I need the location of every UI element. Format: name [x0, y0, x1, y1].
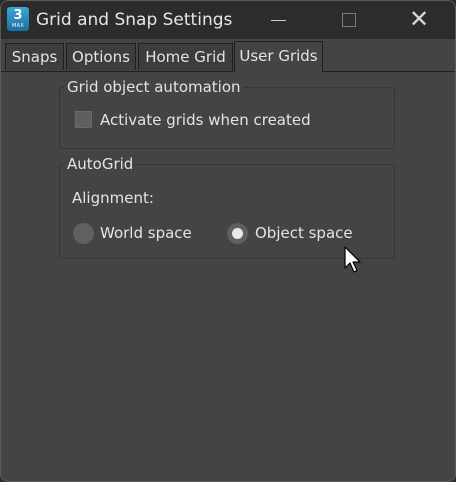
tab-bar-baseline: [1, 71, 455, 72]
title-bar[interactable]: 3 MAX Grid and Snap Settings ✕: [1, 1, 455, 39]
minimize-icon: [271, 20, 286, 21]
close-button[interactable]: ✕: [387, 1, 451, 39]
grid-object-automation-title: Grid object automation: [64, 78, 244, 96]
minimize-button[interactable]: [247, 1, 311, 39]
activate-grids-label[interactable]: Activate grids when created: [100, 110, 311, 130]
tab-options[interactable]: Options: [66, 43, 136, 70]
tab-user-grids[interactable]: User Grids: [234, 41, 323, 72]
3ds-max-app-icon[interactable]: 3 MAX: [7, 7, 29, 31]
grid-object-automation-group: Grid object automation Activate grids wh…: [59, 78, 395, 149]
autogrid-group: AutoGrid Alignment: World space Object s…: [59, 155, 395, 259]
maximize-button[interactable]: [317, 1, 381, 39]
window-title: Grid and Snap Settings: [36, 10, 233, 30]
alignment-label: Alignment:: [72, 189, 154, 207]
radio-selected-dot: [232, 228, 243, 239]
world-space-label[interactable]: World space: [100, 223, 192, 243]
autogrid-title: AutoGrid: [64, 155, 137, 173]
activate-grids-checkbox[interactable]: [75, 111, 92, 128]
tab-home-grid[interactable]: Home Grid: [138, 43, 233, 70]
object-space-radio[interactable]: [227, 223, 248, 244]
tab-snaps[interactable]: Snaps: [5, 43, 64, 70]
tab-bar: Snaps Options Home Grid User Grids: [1, 39, 455, 72]
world-space-radio[interactable]: [73, 223, 94, 244]
mouse-pointer-icon: [344, 246, 361, 273]
app-icon-number: 3: [13, 8, 23, 23]
app-icon-subtext: MAX: [11, 23, 25, 29]
grid-and-snap-settings-window: 3 MAX Grid and Snap Settings ✕ Snaps Opt…: [0, 0, 456, 482]
close-icon: ✕: [408, 5, 430, 33]
maximize-icon: [342, 13, 356, 27]
object-space-label[interactable]: Object space: [255, 223, 353, 243]
